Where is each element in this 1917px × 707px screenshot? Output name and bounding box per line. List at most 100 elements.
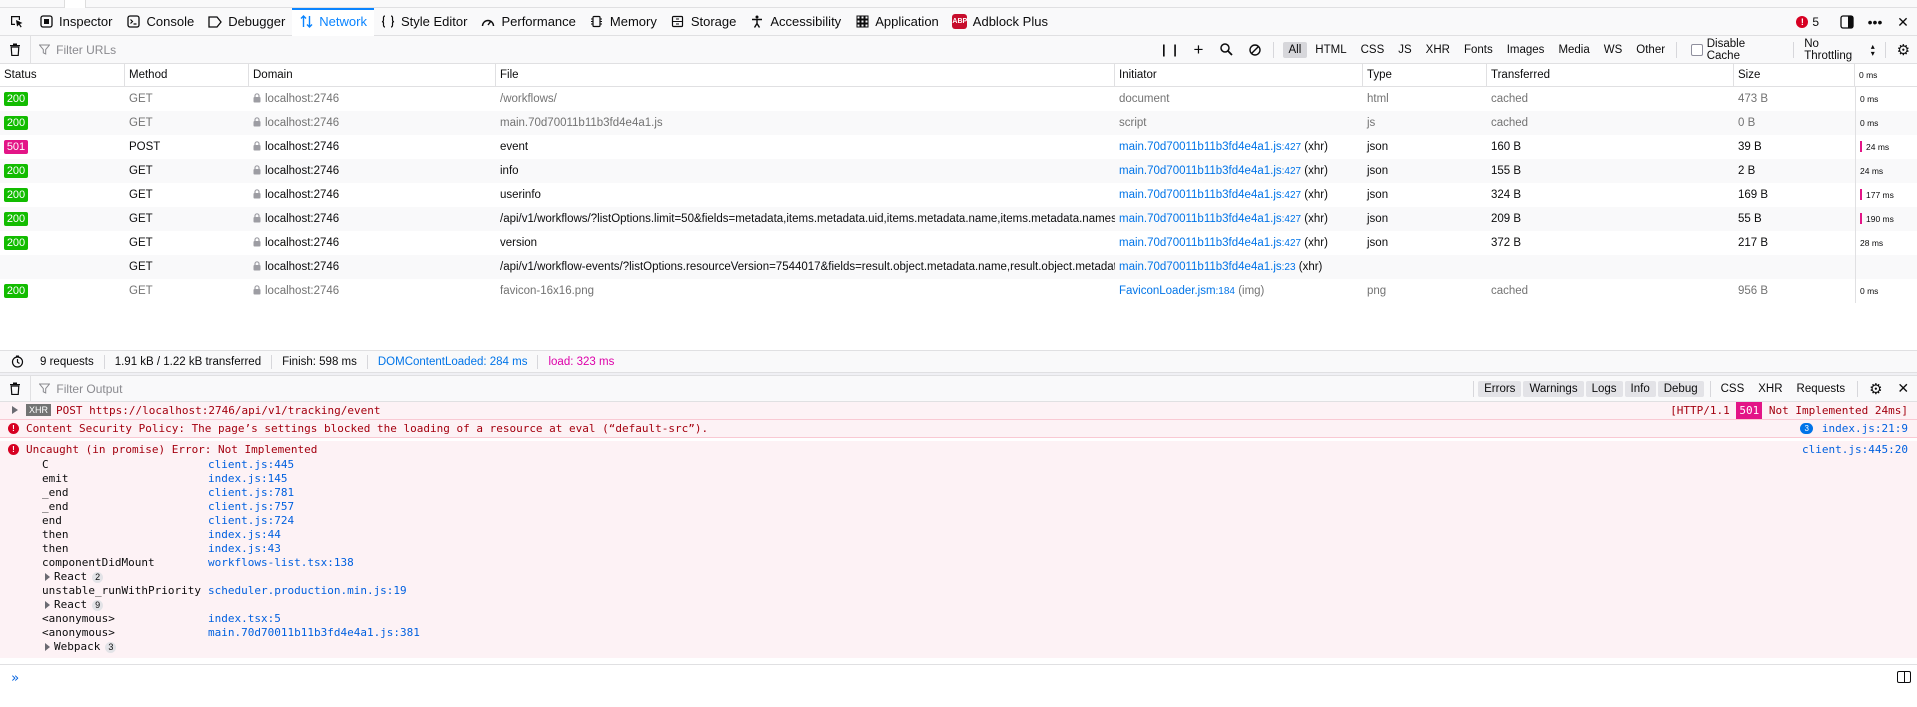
clear-network-icon[interactable] — [0, 35, 32, 64]
initiator-link[interactable]: main.70d70011b11b3fd4e4a1.js — [1119, 237, 1282, 249]
header-method[interactable]: Method — [125, 64, 249, 87]
frame-location-link[interactable]: client.js:724 — [208, 514, 294, 527]
frame-location-link[interactable]: client.js:445 — [208, 458, 294, 471]
tab-style-editor[interactable]: Style Editor — [374, 8, 474, 36]
search-icon[interactable] — [1213, 36, 1241, 64]
clear-console-icon[interactable] — [0, 375, 32, 402]
filter-images-button[interactable]: Images — [1501, 42, 1551, 58]
tab-accessibility[interactable]: Accessibility — [743, 8, 848, 36]
expand-arrow-icon[interactable] — [45, 643, 50, 651]
frame-location-link[interactable]: index.tsx:5 — [208, 612, 281, 625]
level-info-button[interactable]: Info — [1624, 380, 1656, 397]
block-request-icon[interactable] — [1241, 36, 1269, 64]
tab-adblock-plus[interactable]: ABP Adblock Plus — [946, 8, 1055, 36]
stack-frame-group[interactable]: React 2 — [42, 570, 1917, 584]
new-request-icon[interactable]: + — [1185, 36, 1213, 64]
table-row[interactable]: 501 POST localhost:2746 event main.70d70011b… — [0, 135, 1917, 159]
table-row[interactable]: GET localhost:2746/api/v1/workflow-events… — [0, 255, 1917, 279]
level-errors-button[interactable]: Errors — [1478, 380, 1522, 397]
header-file[interactable]: File — [496, 64, 1115, 87]
table-row[interactable]: 200 GET localhost:2746/api/v1/workflows/?l… — [0, 207, 1917, 231]
uncaught-error-message[interactable]: ! Uncaught (in promise) Error: Not Imple… — [0, 441, 1917, 658]
close-icon[interactable]: ✕ — [1889, 8, 1917, 36]
pause-icon[interactable]: | | — [1157, 36, 1185, 64]
stack-frame-group[interactable]: React 9 — [42, 598, 1917, 612]
console-settings-gear-icon[interactable]: ⚙ — [1862, 375, 1889, 403]
expand-arrow-icon[interactable] — [12, 406, 18, 414]
xhr-message[interactable]: XHR POST https://localhost:2746/api/v1/tr… — [0, 402, 1917, 420]
element-picker-icon[interactable] — [0, 8, 32, 36]
more-options-icon[interactable]: ••• — [1861, 8, 1889, 36]
stopwatch-icon[interactable] — [0, 355, 34, 368]
initiator-link[interactable]: main.70d70011b11b3fd4e4a1.js — [1119, 165, 1282, 177]
dock-side-icon[interactable] — [1833, 8, 1861, 36]
header-size[interactable]: Size — [1734, 64, 1855, 87]
table-row[interactable]: 200 GET localhost:2746 info main.70d70011b11… — [0, 159, 1917, 183]
filter-js-button[interactable]: JS — [1392, 42, 1417, 58]
frame-location-link[interactable]: index.js:145 — [208, 472, 287, 485]
level-debug-button[interactable]: Debug — [1657, 380, 1704, 397]
frame-location-link[interactable]: main.70d70011b11b3fd4e4a1.js:381 — [208, 626, 420, 639]
tab-network[interactable]: Network — [292, 7, 374, 36]
initiator-line[interactable]: :427 — [1282, 214, 1301, 225]
tab-storage[interactable]: Storage — [664, 8, 744, 36]
filter-css-toggle[interactable]: CSS — [1715, 381, 1751, 397]
expand-arrow-icon[interactable] — [45, 601, 50, 609]
tab-performance[interactable]: Performance — [474, 8, 582, 36]
level-logs-button[interactable]: Logs — [1585, 380, 1623, 397]
filter-xhr-button[interactable]: XHR — [1420, 42, 1456, 58]
initiator-line[interactable]: :427 — [1282, 190, 1301, 201]
filter-other-button[interactable]: Other — [1630, 42, 1671, 58]
tab-console[interactable]: Console — [119, 8, 201, 36]
initiator-link[interactable]: main.70d70011b11b3fd4e4a1.js — [1119, 189, 1282, 201]
filter-xhr-toggle[interactable]: XHR — [1752, 381, 1788, 397]
filter-urls-input[interactable] — [56, 42, 957, 57]
error-source-link[interactable]: client.js:445:20 — [1802, 443, 1908, 456]
frame-location-link[interactable]: client.js:757 — [208, 500, 294, 513]
network-settings-gear-icon[interactable]: ⚙ — [1890, 36, 1917, 64]
filter-ws-button[interactable]: WS — [1598, 42, 1629, 58]
header-type[interactable]: Type — [1363, 64, 1487, 87]
frame-location-link[interactable]: scheduler.production.min.js:19 — [208, 584, 407, 597]
header-status[interactable]: Status — [0, 64, 125, 87]
header-domain[interactable]: Domain — [249, 64, 496, 87]
table-row[interactable]: 200 GET localhost:2746 userinfo main.70d7001… — [0, 183, 1917, 207]
header-initiator[interactable]: Initiator — [1115, 64, 1363, 87]
csp-error-message[interactable]: ! Content Security Policy: The page’s se… — [0, 420, 1917, 438]
filter-requests-toggle[interactable]: Requests — [1791, 381, 1852, 397]
filter-all-button[interactable]: All — [1282, 41, 1308, 58]
filter-media-button[interactable]: Media — [1552, 42, 1595, 58]
initiator-link[interactable]: main.70d70011b11b3fd4e4a1.js — [1119, 213, 1282, 225]
filter-html-button[interactable]: HTML — [1309, 42, 1352, 58]
table-row[interactable]: 200 GET localhost:2746/workflows/document h… — [0, 87, 1917, 111]
initiator-line[interactable]: :184 — [1216, 286, 1235, 297]
initiator-link[interactable]: main.70d70011b11b3fd4e4a1.js — [1119, 261, 1282, 273]
frame-location-link[interactable]: client.js:781 — [208, 486, 294, 499]
tab-inspector[interactable]: Inspector — [32, 8, 119, 36]
editor-mode-icon[interactable] — [1897, 671, 1911, 683]
throttling-select[interactable]: No Throttling ▴ ▾ — [1798, 38, 1881, 62]
close-split-console-icon[interactable]: ✕ — [1890, 375, 1917, 403]
expand-arrow-icon[interactable] — [45, 573, 50, 581]
frame-location-link[interactable]: index.js:43 — [208, 542, 281, 555]
initiator-line[interactable]: :427 — [1282, 238, 1301, 249]
level-warnings-button[interactable]: Warnings — [1523, 380, 1584, 397]
initiator-link[interactable]: main.70d70011b11b3fd4e4a1.js — [1119, 141, 1282, 153]
tab-debugger[interactable]: Debugger — [201, 8, 292, 36]
csp-source-link[interactable]: index.js:21:9 — [1822, 422, 1908, 435]
frame-location-link[interactable]: workflows-list.tsx:138 — [208, 556, 354, 569]
frame-location-link[interactable]: index.js:44 — [208, 528, 281, 541]
table-row[interactable]: 200 GET localhost:2746 favicon-16x16.png Fav… — [0, 279, 1917, 303]
initiator-line[interactable]: :23 — [1282, 262, 1296, 273]
error-count-button[interactable]: ! 5 — [1796, 15, 1819, 29]
tab-memory[interactable]: Memory — [583, 8, 664, 36]
table-row[interactable]: 200 GET localhost:2746 version main.70d70011… — [0, 231, 1917, 255]
header-transferred[interactable]: Transferred — [1487, 64, 1734, 87]
initiator-line[interactable]: :427 — [1282, 166, 1301, 177]
initiator-link[interactable]: FaviconLoader.jsm — [1119, 285, 1216, 297]
disable-cache-checkbox[interactable]: Disable Cache — [1685, 38, 1789, 62]
filter-css-button[interactable]: CSS — [1355, 42, 1391, 58]
header-waterfall[interactable]: 0 ms — [1855, 64, 1917, 87]
initiator-line[interactable]: :427 — [1282, 142, 1301, 153]
console-input[interactable] — [30, 671, 1870, 685]
